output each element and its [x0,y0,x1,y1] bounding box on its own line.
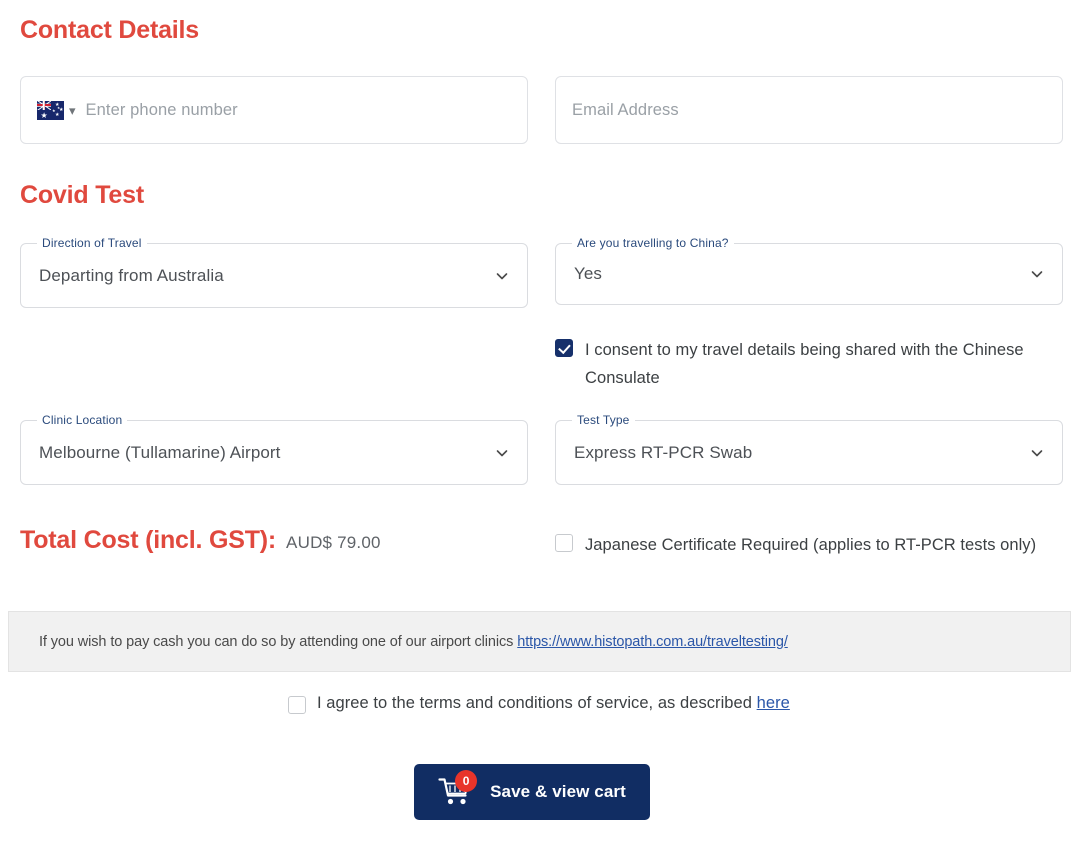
email-placeholder: Email Address [572,100,679,119]
email-input[interactable]: Email Address [555,76,1063,144]
australia-flag-icon: ★ ★ ★ ★ ★ ★ [37,100,64,120]
japanese-certificate-label: Japanese Certificate Required (applies t… [585,536,1037,554]
total-cost-value: AUD$ 79.00 [286,533,381,552]
japanese-certificate-row[interactable]: Japanese Certificate Required (applies t… [555,531,1045,559]
total-cost-block: Total Cost (incl. GST): AUD$ 79.00 [20,526,381,555]
test-type-label: Test Type [572,413,635,427]
phone-placeholder: Enter phone number [85,100,238,119]
consulate-consent-label: I consent to my travel details being sha… [585,341,1024,387]
cash-notice-text: If you wish to pay cash you can do so by… [39,633,514,650]
travelling-to-china-value: Yes [574,264,603,283]
chevron-down-icon [1030,267,1044,281]
covid-test-heading: Covid Test [20,181,144,209]
clinic-location-select[interactable]: Clinic Location Melbourne (Tullamarine) … [20,413,528,485]
terms-label-wrap: I agree to the terms and conditions of s… [317,692,790,714]
phone-number-input[interactable]: ★ ★ ★ ★ ★ ★ ▾ Enter phone number [20,76,528,144]
cash-notice-text-wrap: If you wish to pay cash you can do so by… [39,634,788,650]
clinic-location-label: Clinic Location [37,413,128,427]
save-and-view-cart-button[interactable]: 0 Save & view cart [414,764,650,820]
terms-and-conditions-row[interactable]: I agree to the terms and conditions of s… [288,692,790,714]
total-cost-label: Total Cost (incl. GST): [20,526,277,554]
consulate-consent-checkbox[interactable] [555,339,573,357]
travelling-to-china-select[interactable]: Are you travelling to China? Yes [555,236,1063,305]
chevron-down-icon [495,269,509,283]
country-code-selector[interactable]: ★ ★ ★ ★ ★ ★ ▾ [37,100,76,120]
direction-of-travel-value: Departing from Australia [39,265,224,285]
test-type-select[interactable]: Test Type Express RT-PCR Swab [555,413,1063,485]
chevron-down-icon [1030,446,1044,460]
contact-details-heading: Contact Details [20,16,199,44]
terms-here-link[interactable]: here [757,694,790,712]
consulate-consent-row[interactable]: I consent to my travel details being sha… [555,336,1025,392]
save-and-view-cart-label: Save & view cart [490,782,626,801]
direction-of-travel-select[interactable]: Direction of Travel Departing from Austr… [20,236,528,308]
travelling-to-china-label: Are you travelling to China? [572,236,734,250]
booking-form-page: Contact Details ★ ★ ★ ★ ★ ★ ▾ Enter phon… [0,0,1080,841]
test-type-value: Express RT-PCR Swab [574,442,753,462]
chevron-down-icon [495,446,509,460]
travel-testing-link[interactable]: https://www.histopath.com.au/traveltesti… [517,634,788,650]
cash-payment-notice: If you wish to pay cash you can do so by… [8,611,1071,672]
japanese-certificate-checkbox[interactable] [555,534,573,552]
terms-agreement-checkbox[interactable] [288,695,306,714]
chevron-down-icon: ▾ [69,102,76,118]
cart-item-count-badge: 0 [455,770,478,792]
shopping-cart-icon: 0 [438,770,478,807]
clinic-location-value: Melbourne (Tullamarine) Airport [39,442,281,462]
direction-of-travel-label: Direction of Travel [37,236,147,250]
terms-label: I agree to the terms and conditions of s… [317,694,752,712]
